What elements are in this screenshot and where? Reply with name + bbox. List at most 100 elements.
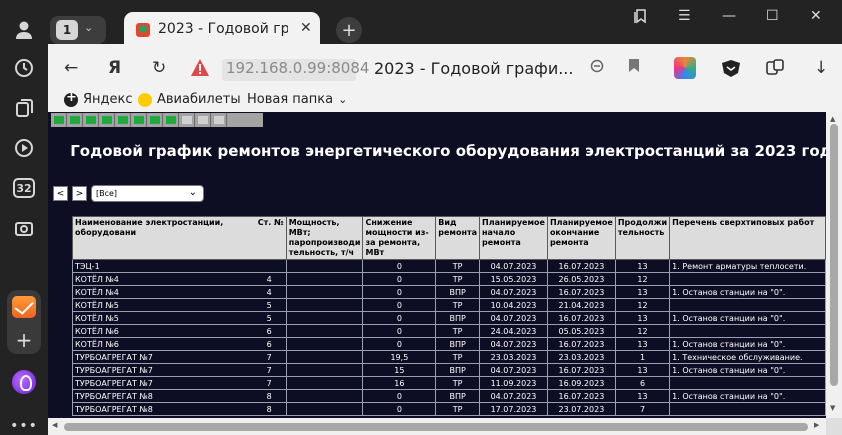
cell-power (285, 298, 364, 312)
cell-end: 16.09.2023 (546, 376, 616, 390)
back-icon[interactable]: ← (64, 58, 78, 78)
bookmark-icon[interactable] (628, 58, 640, 77)
cell-power (285, 402, 364, 416)
cell-start: 10.04.2023 (479, 298, 548, 312)
alice-icon[interactable] (12, 370, 36, 394)
cell-end: 16.07.2023 (546, 389, 616, 403)
history-icon[interactable] (8, 52, 40, 84)
cell-st (272, 261, 284, 272)
toolbar-home-icon[interactable] (67, 113, 83, 127)
table-row: ТУРБОАГРЕГАТ №8 8 0 ТР 17.07.2023 23.07.2023 7 (72, 402, 826, 416)
active-tab[interactable]: 2023 - Годовой графи ✕ (124, 12, 320, 48)
toolbar-tree-icon[interactable] (83, 113, 99, 127)
profile-icon[interactable] (8, 14, 40, 46)
prev-button[interactable]: < (53, 186, 68, 201)
cell-reduction: 0 (362, 298, 437, 312)
mail-icon[interactable] (12, 296, 36, 318)
maximize-icon[interactable]: ☐ (766, 8, 779, 24)
cell-duration: 12 (614, 272, 671, 286)
toolbar-print-icon[interactable] (115, 113, 131, 127)
table-row: КОТЁЛ №5 5 0 ВПР 04.07.2023 16.07.2023 13 1. Ос… (72, 311, 826, 325)
more-icon[interactable]: ••• (8, 410, 40, 435)
cell-duration: 13 (614, 259, 671, 273)
add-panel-icon[interactable]: + (8, 324, 40, 356)
menu-icon[interactable]: ☰ (678, 8, 691, 24)
bookmark-label: Яндекс (83, 92, 133, 107)
video-icon[interactable] (8, 132, 40, 164)
reload-icon[interactable]: ↻ (152, 58, 166, 78)
sidebar-rail: 32 + ••• (0, 0, 48, 435)
cell-type: ТР (435, 298, 481, 312)
cell-duration: 1 (614, 350, 671, 364)
cell-power (285, 272, 364, 286)
cell-type: ВПР (435, 389, 481, 403)
bookmark-folder[interactable]: Новая папка ⌄ (247, 92, 347, 107)
cell-type: ТР (435, 376, 481, 390)
table-row: ТУРБОАГРЕГАТ №7 7 19,5 ТР 23.03.2023 23.03.20… (72, 350, 826, 364)
translate-icon[interactable] (590, 58, 604, 77)
col-header-st: Ст. № (257, 218, 284, 227)
cell-name-text: ТУРБОАГРЕГАТ №7 (75, 378, 153, 388)
minimize-icon[interactable]: — (722, 8, 736, 24)
calendar-icon[interactable]: 32 (8, 172, 40, 204)
cell-type: ВПР (435, 337, 481, 351)
yandex-home-icon[interactable]: Я (108, 58, 121, 78)
chevron-down-icon: ⌄ (338, 93, 348, 106)
tab-counter-button[interactable]: 1 ⌄ (50, 16, 106, 44)
close-window-icon[interactable]: ✕ (810, 8, 822, 24)
horizontal-scrollbar[interactable]: ◀ ▶ (48, 418, 826, 435)
cell-end: 23.07.2023 (546, 402, 616, 416)
toolbar-search-icon[interactable] (147, 113, 163, 127)
extension-color-icon[interactable] (674, 57, 696, 79)
bookmark-avia[interactable]: Авиабилеты (138, 92, 241, 107)
insecure-warning-icon[interactable] (190, 58, 210, 78)
url-page-title: 2023 - Годовой графи... (374, 59, 574, 78)
cell-st: 7 (266, 352, 272, 362)
repair-schedule-table: Наименование электростанции, оборудовани… (72, 216, 826, 416)
table-row: ТЭЦ-1 0 ТР 04.07.2023 16.07.2023 13 1. Ремонт … (72, 259, 826, 273)
col-header-end: Планируемое окончание ремонта (546, 216, 616, 260)
toolbar-key-icon[interactable] (195, 113, 211, 127)
vertical-scroll-thumb[interactable] (830, 124, 838, 386)
scroll-left-icon[interactable]: ◀ (52, 421, 57, 429)
table-row: ТУРБОАГРЕГАТ №7 7 15 ВПР 04.07.2023 16.07.202… (72, 363, 826, 377)
cell-end: 16.07.2023 (546, 259, 616, 273)
cell-reduction: 0 (362, 272, 437, 286)
scrollbar-corner (826, 418, 842, 435)
cell-end: 16.07.2023 (546, 337, 616, 351)
close-tab-icon[interactable]: ✕ (300, 20, 312, 36)
col-header-name-label: Наименование электростанции, оборудовани (75, 218, 224, 237)
toolbar-table-icon[interactable] (99, 113, 115, 127)
scroll-up-icon[interactable]: ▲ (830, 115, 835, 123)
table-row: КОТЁЛ №6 6 0 ТР 24.04.2023 05.05.2023 12 (72, 324, 826, 338)
new-tab-button[interactable]: + (336, 17, 362, 43)
toolbar-image-icon[interactable] (131, 113, 147, 127)
vertical-scrollbar[interactable]: ▲ ▼ (826, 112, 842, 418)
collections-icon[interactable] (8, 92, 40, 124)
toolbar-users-icon[interactable] (179, 113, 195, 127)
period-select-value: [Все] (96, 189, 118, 198)
cell-name: ТУРБОАГРЕГАТ №7 7 (72, 376, 287, 390)
extension-shield-icon[interactable] (720, 57, 742, 79)
period-select[interactable]: [Все] ⌄ (91, 185, 204, 202)
scroll-right-icon[interactable]: ▶ (814, 421, 819, 429)
toolbar-grid-icon[interactable] (51, 113, 67, 127)
toolbar-pause-icon[interactable] (211, 113, 227, 127)
toolbar-export-icon[interactable] (163, 113, 179, 127)
table-row: КОТЁЛ №6 6 0 ВПР 04.07.2023 16.07.2023 13 1. Ос… (72, 337, 826, 351)
cell-st: 6 (266, 326, 272, 336)
scroll-down-icon[interactable]: ▼ (830, 404, 835, 412)
site-favicon-icon (136, 23, 150, 37)
cell-works: 1. Останов станции на "0". (669, 311, 826, 325)
cell-type: ТР (435, 324, 481, 338)
bookmark-yandex[interactable]: Яндекс (64, 90, 133, 107)
bookmark-label: Новая папка (247, 92, 334, 107)
next-button[interactable]: > (72, 186, 87, 201)
screenshot-icon[interactable] (8, 212, 40, 244)
download-icon[interactable]: ↓ (814, 58, 828, 78)
extension-puzzle-icon[interactable] (764, 57, 786, 79)
bookmark-manager-icon[interactable] (632, 8, 648, 28)
cell-name-text: ТЭЦ-1 (75, 261, 100, 271)
tab-count: 1 (56, 20, 78, 40)
horizontal-scroll-thumb[interactable] (64, 423, 808, 431)
